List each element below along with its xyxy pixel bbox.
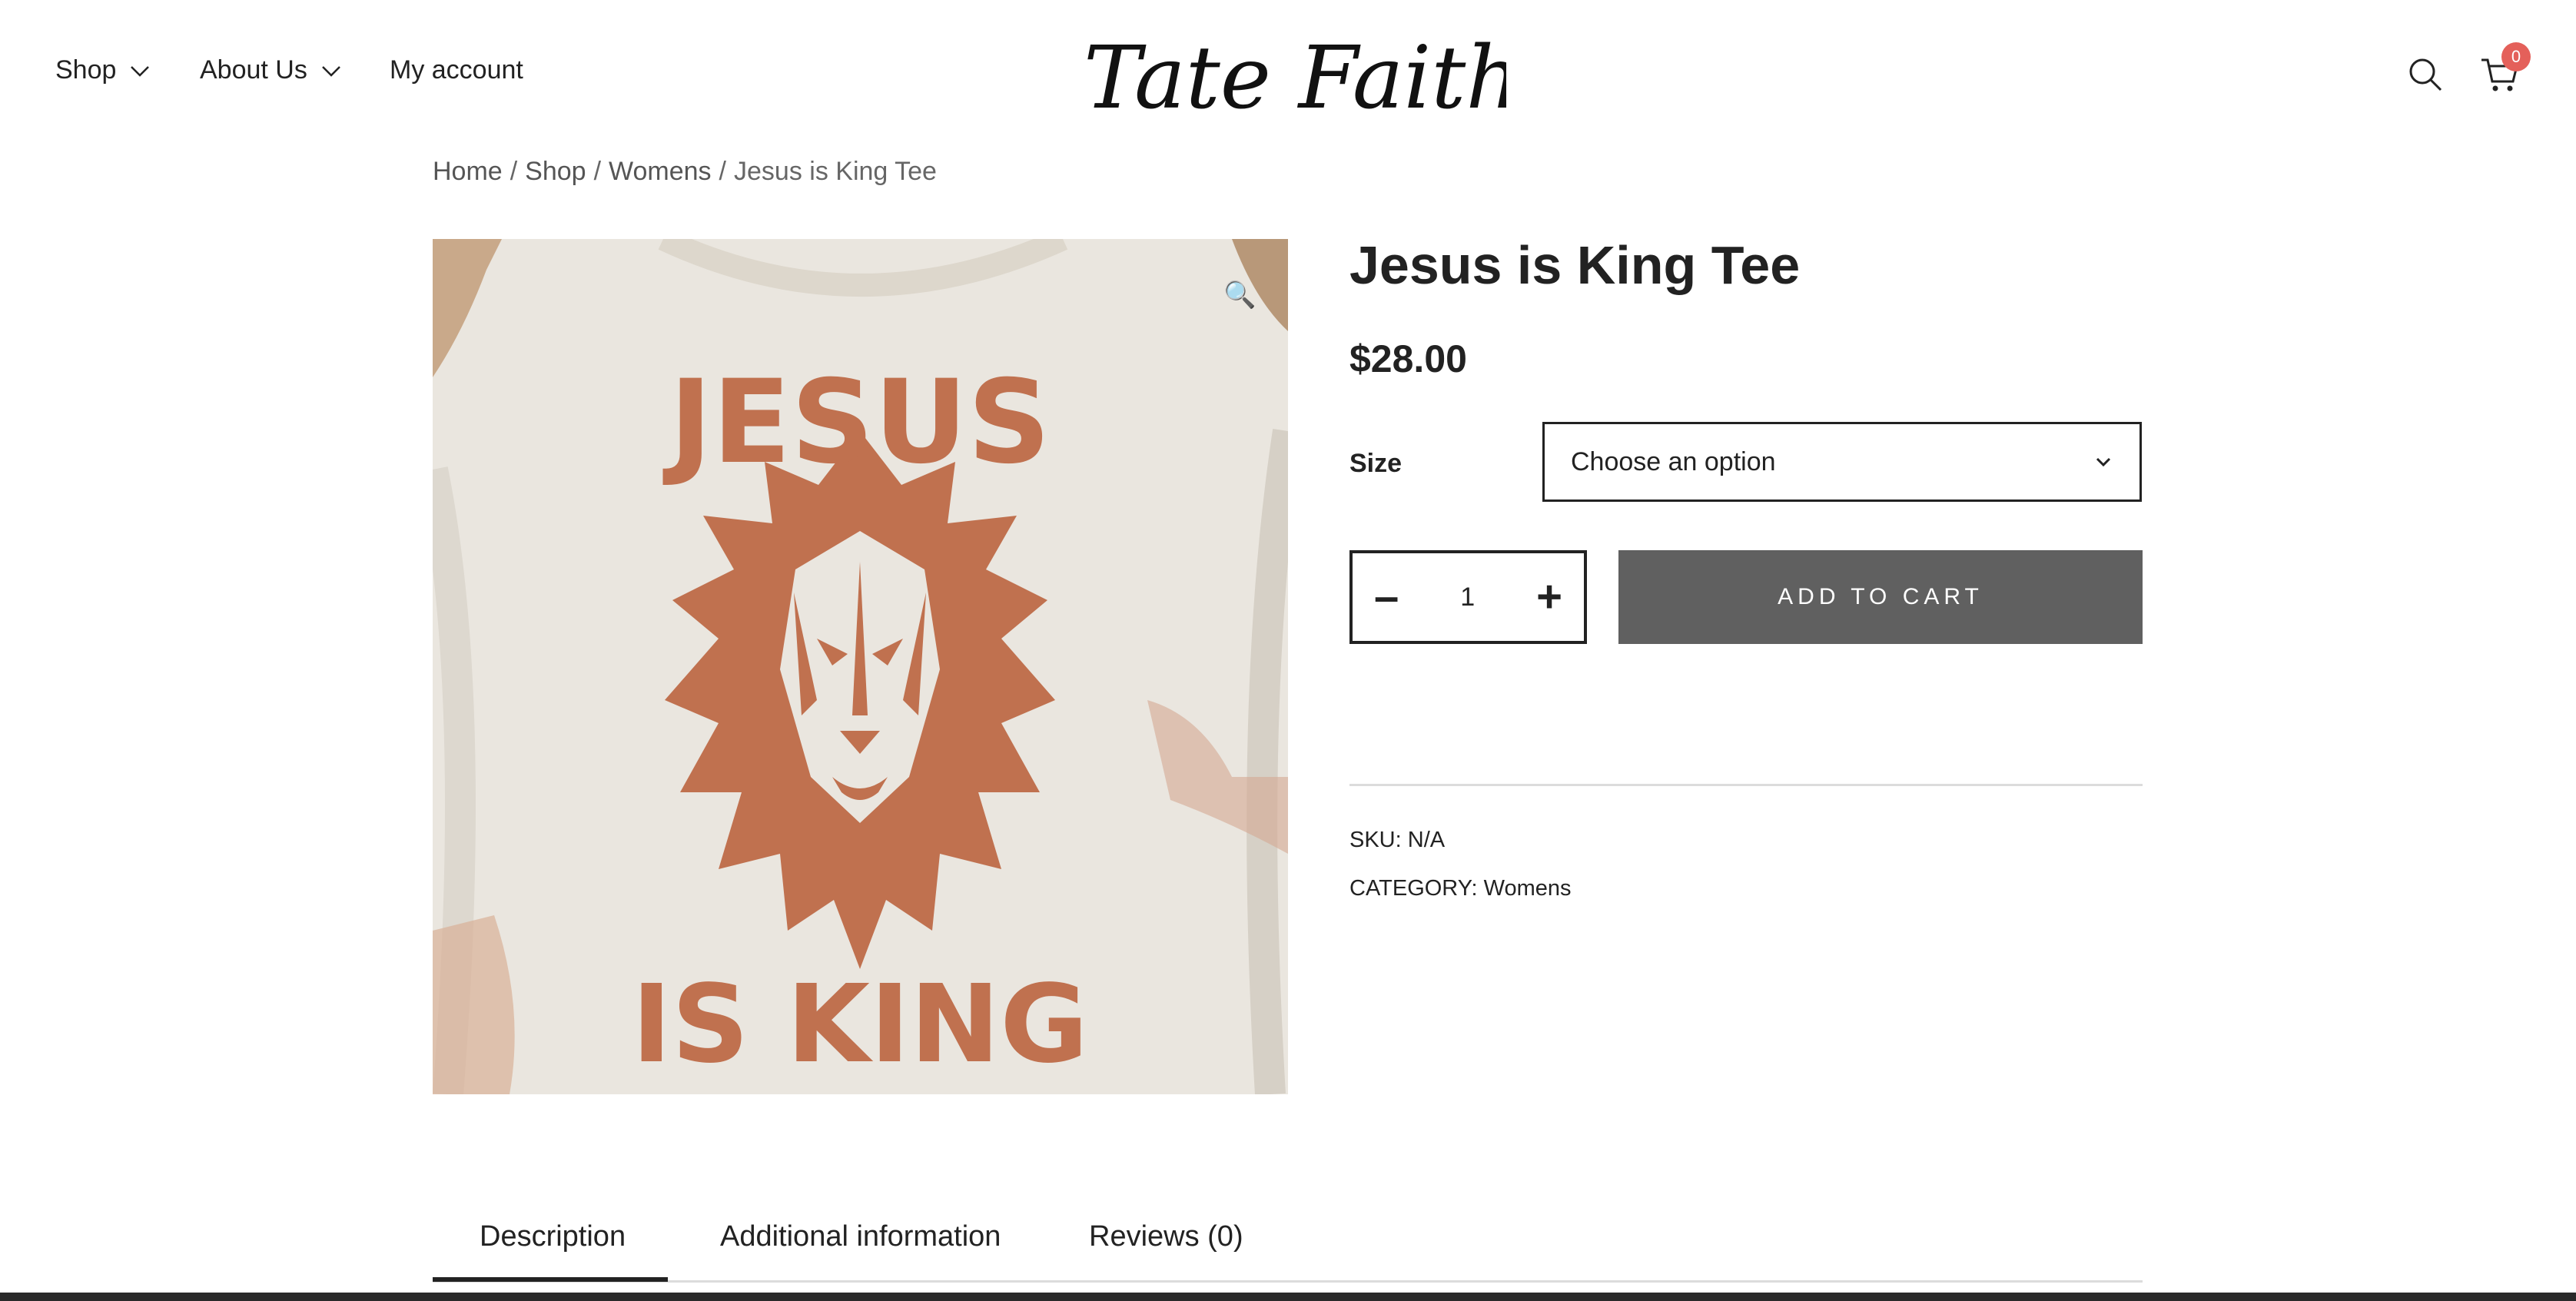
product-sku: SKU: N/A xyxy=(1349,828,1445,853)
nav-my-account[interactable]: My account xyxy=(390,55,523,85)
size-select[interactable]: Choose an option xyxy=(1542,422,2142,502)
add-to-cart-button[interactable]: ADD TO CART xyxy=(1618,550,2143,644)
size-select-value: Choose an option xyxy=(1571,446,1776,476)
tab-active-indicator xyxy=(433,1277,668,1282)
nav-shop-label: Shop xyxy=(55,55,117,85)
product-title: Jesus is King Tee xyxy=(1349,235,1801,295)
breadcrumb-shop[interactable]: Shop xyxy=(525,157,586,186)
tab-additional-information[interactable]: Additional information xyxy=(720,1220,1001,1253)
divider xyxy=(1349,784,2143,786)
tab-description[interactable]: Description xyxy=(480,1220,626,1253)
quantity-minus-button[interactable]: – xyxy=(1374,575,1399,619)
product-image[interactable]: JESUS IS KING xyxy=(433,239,1288,1094)
site-logo[interactable]: Tate Faith & Co xyxy=(1076,15,1506,138)
breadcrumb-current: Jesus is King Tee xyxy=(734,157,937,186)
print-text-top: JESUS xyxy=(662,356,1051,490)
cart-count-badge: 0 xyxy=(2501,42,2531,71)
tab-reviews[interactable]: Reviews (0) xyxy=(1089,1220,1243,1253)
category-label: CATEGORY: xyxy=(1349,876,1478,901)
breadcrumb-sep: / xyxy=(510,157,518,186)
quantity-plus-button[interactable]: + xyxy=(1536,575,1562,619)
tshirt-illustration: JESUS IS KING xyxy=(433,239,1288,1094)
chevron-down-icon xyxy=(2096,457,2111,467)
tabs-divider xyxy=(433,1280,2143,1283)
breadcrumb: Home / Shop / Womens / Jesus is King Tee xyxy=(433,157,937,187)
sku-value: N/A xyxy=(1407,828,1446,852)
breadcrumb-sep: / xyxy=(719,157,726,186)
nav-about-us[interactable]: About Us xyxy=(200,55,343,85)
breadcrumb-sep: / xyxy=(593,157,602,186)
nav-about-label: About Us xyxy=(200,55,307,85)
zoom-icon[interactable]: 🔍 xyxy=(1223,280,1256,310)
print-text-bottom: IS KING xyxy=(632,962,1088,1087)
quantity-input[interactable]: 1 xyxy=(1460,582,1475,612)
breadcrumb-womens[interactable]: Womens xyxy=(609,157,712,186)
product-price: $28.00 xyxy=(1349,337,1467,380)
chevron-down-icon xyxy=(131,65,150,77)
nav-shop[interactable]: Shop xyxy=(55,55,151,85)
sku-label: SKU: xyxy=(1349,828,1402,852)
quantity-stepper: – 1 + xyxy=(1349,550,1587,644)
category-link[interactable]: Womens xyxy=(1484,876,1572,901)
window-bottom-edge xyxy=(0,1293,2576,1301)
size-label: Size xyxy=(1349,449,1403,478)
breadcrumb-home[interactable]: Home xyxy=(433,157,503,186)
product-category: CATEGORY: Womens xyxy=(1349,876,1571,901)
nav-my-account-label: My account xyxy=(390,55,523,85)
search-icon[interactable] xyxy=(2406,55,2445,94)
chevron-down-icon xyxy=(321,65,340,77)
logo-text: Tate Faith & Co xyxy=(1084,28,1506,128)
